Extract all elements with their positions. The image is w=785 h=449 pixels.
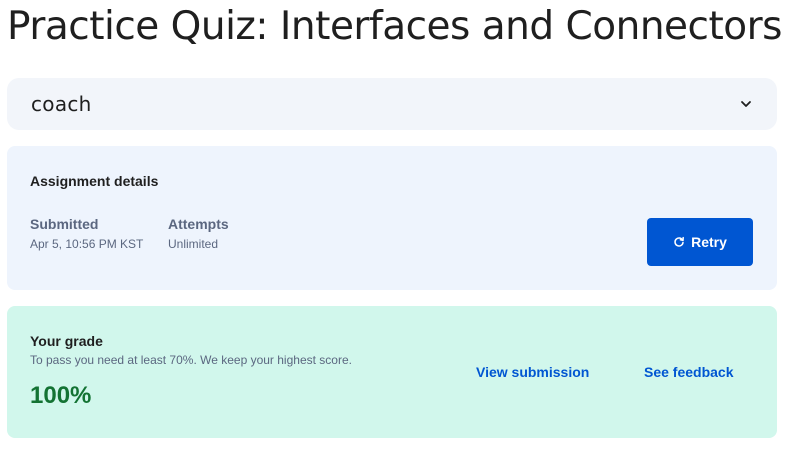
page-title: Practice Quiz: Interfaces and Connectors: [7, 4, 783, 49]
attempts-label: Attempts: [168, 216, 229, 232]
see-feedback-link[interactable]: See feedback: [644, 364, 734, 380]
assignment-details-heading: Assignment details: [30, 173, 159, 189]
coach-panel-toggle[interactable]: coach: [7, 78, 777, 130]
retry-label: Retry: [691, 234, 727, 250]
retry-button[interactable]: Retry: [647, 218, 753, 266]
pass-requirement-text: To pass you need at least 70%. We keep y…: [30, 353, 352, 367]
refresh-icon: [674, 236, 685, 247]
coach-logo: coach: [31, 92, 92, 116]
submitted-value: Apr 5, 10:56 PM KST: [30, 237, 144, 251]
submitted-label: Submitted: [30, 216, 99, 232]
grade-panel: Your grade To pass you need at least 70%…: [7, 306, 777, 438]
assignment-details-panel: Assignment details Submitted Apr 5, 10:5…: [7, 146, 777, 290]
chevron-down-icon: [741, 101, 751, 107]
grade-heading: Your grade: [30, 333, 103, 349]
view-submission-link[interactable]: View submission: [476, 364, 589, 380]
attempts-value: Unlimited: [168, 237, 219, 251]
grade-score: 100%: [30, 382, 92, 409]
